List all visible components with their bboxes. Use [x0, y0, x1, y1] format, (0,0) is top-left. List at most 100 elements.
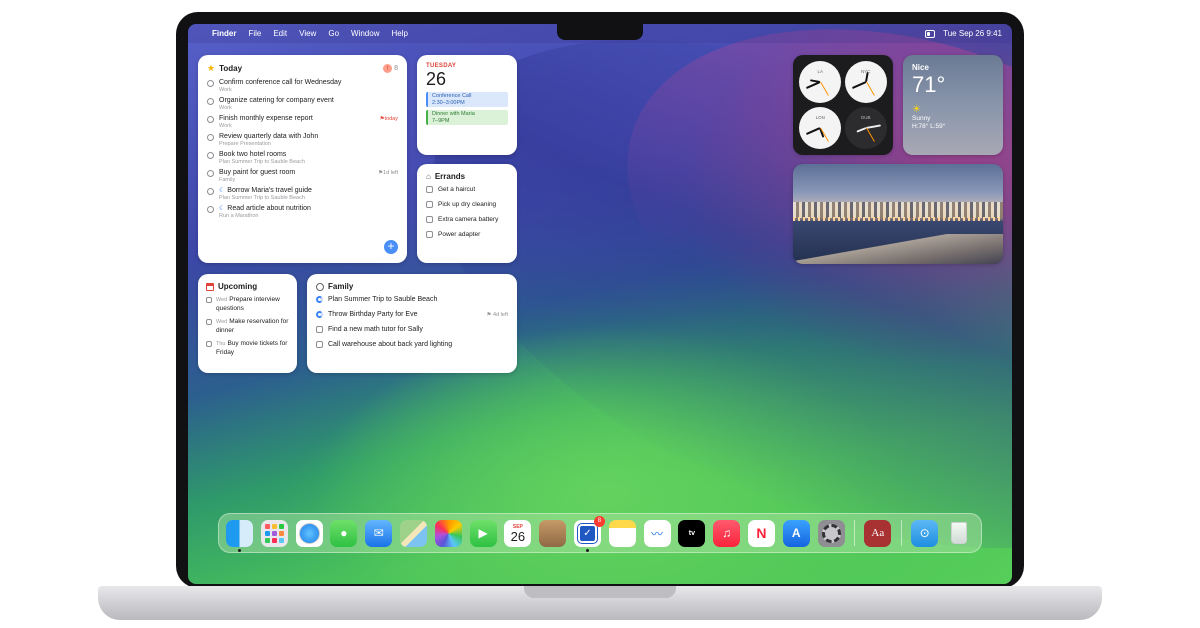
- menu-view[interactable]: View: [299, 29, 316, 38]
- task-progress-icon[interactable]: [316, 311, 323, 318]
- photos-widget[interactable]: [793, 164, 1003, 264]
- family-widget[interactable]: Family Plan Summer Trip to Sauble Beach …: [307, 274, 517, 373]
- menu-go[interactable]: Go: [328, 29, 339, 38]
- task-checkbox[interactable]: [316, 326, 323, 333]
- launchpad-icon[interactable]: [260, 519, 288, 547]
- list-item[interactable]: Throw Birthday Party for Eve ⚑ 4d left: [316, 311, 508, 318]
- clock-face: NYC: [844, 61, 887, 104]
- event-time: 2:30–3:00PM: [432, 99, 465, 106]
- list-item[interactable]: Pick up dry cleaning: [426, 201, 508, 208]
- upcoming-widget[interactable]: Upcoming Wed Prepare interview questions …: [198, 274, 297, 373]
- finder-icon[interactable]: [226, 519, 253, 552]
- list-item[interactable]: Call warehouse about back yard lighting: [316, 341, 508, 348]
- settings-icon[interactable]: [817, 519, 845, 547]
- menu-file[interactable]: File: [248, 29, 261, 38]
- clock-city: DUB: [860, 114, 871, 120]
- task-count: 8: [394, 65, 398, 72]
- world-clock-widget[interactable]: LA NYC LON DUB: [793, 55, 893, 155]
- app-store-icon[interactable]: A: [782, 519, 810, 547]
- news-icon[interactable]: N: [747, 519, 775, 547]
- music-icon[interactable]: ♫: [713, 519, 741, 547]
- calendar-icon[interactable]: SEP 26: [504, 519, 532, 547]
- clock-city: LON: [815, 114, 825, 120]
- task-checkbox[interactable]: [207, 134, 214, 141]
- list-item[interactable]: Wed Make reservation for dinner: [206, 318, 289, 334]
- tv-icon[interactable]: tv: [678, 519, 706, 547]
- task-checkbox[interactable]: [426, 231, 433, 238]
- list-item[interactable]: Organize catering for company event Work: [207, 97, 398, 111]
- safari-icon[interactable]: [295, 519, 323, 547]
- clock-face: DUB: [844, 106, 887, 149]
- task-checkbox[interactable]: [206, 341, 212, 347]
- notes-icon[interactable]: [608, 519, 636, 547]
- calendar-event[interactable]: Conference Call 2:30–3:00PM: [426, 92, 508, 107]
- task-progress-icon[interactable]: [316, 296, 323, 303]
- calendar-widget[interactable]: TUESDAY 26 Conference Call 2:30–3:00PM D…: [417, 55, 517, 155]
- photos-icon[interactable]: [434, 519, 462, 547]
- facetime-icon[interactable]: ▶: [469, 519, 497, 547]
- task-title: Read article about nutrition: [227, 205, 311, 212]
- task-checkbox[interactable]: [426, 216, 433, 223]
- task-checkbox[interactable]: [207, 80, 214, 87]
- reminders-icon[interactable]: ✓ 8: [573, 515, 605, 552]
- task-checkbox[interactable]: [206, 297, 212, 303]
- menubar-clock[interactable]: Tue Sep 26 9:41: [943, 29, 1002, 38]
- task-checkbox[interactable]: [207, 116, 214, 123]
- event-time: 7–9PM: [432, 117, 450, 124]
- laptop: Finder File Edit View Go Window Help Tue…: [0, 0, 1200, 628]
- task-title: Plan Summer Trip to Sauble Beach: [328, 296, 438, 303]
- task-checkbox[interactable]: [207, 170, 214, 177]
- task-title: Call warehouse about back yard lighting: [328, 341, 453, 348]
- list-item[interactable]: Wed Prepare interview questions: [206, 296, 289, 312]
- list-item[interactable]: Review quarterly data with John Prepare P…: [207, 133, 398, 147]
- list-item[interactable]: Get a haircut: [426, 186, 508, 193]
- errands-widget[interactable]: ⌂ Errands Get a haircut Pick up dry clean…: [417, 164, 517, 263]
- clock-city: LA: [817, 69, 823, 75]
- reminders-today-widget[interactable]: ★ Today ! 8 Confirm conference call for W…: [198, 55, 407, 263]
- list-item[interactable]: ☾ Read article about nutrition Run a Marat…: [207, 205, 398, 219]
- list-item[interactable]: Plan Summer Trip to Sauble Beach: [316, 296, 508, 303]
- calendar-event[interactable]: Dinner with Maria 7–9PM: [426, 110, 508, 125]
- list-item[interactable]: Confirm conference call for Wednesday Wor…: [207, 79, 398, 93]
- task-checkbox[interactable]: [206, 319, 212, 325]
- dictionary-icon[interactable]: Aa: [864, 519, 892, 547]
- menu-window[interactable]: Window: [351, 29, 379, 38]
- app-menu[interactable]: Finder: [212, 29, 236, 38]
- desktop: Finder File Edit View Go Window Help Tue…: [188, 24, 1012, 584]
- list-item[interactable]: Extra camera battery: [426, 216, 508, 223]
- menu-edit[interactable]: Edit: [273, 29, 287, 38]
- flag-icon: !: [383, 64, 393, 73]
- task-checkbox[interactable]: [207, 206, 214, 213]
- messages-icon[interactable]: ●: [330, 519, 358, 547]
- freeform-icon[interactable]: 〰: [643, 519, 671, 547]
- menu-help[interactable]: Help: [391, 29, 407, 38]
- task-list: Prepare Presentation: [219, 141, 271, 147]
- news-label: N: [756, 525, 767, 541]
- task-checkbox[interactable]: [207, 188, 214, 195]
- weather-condition: Sunny: [912, 115, 931, 122]
- camera-notch: [557, 24, 643, 40]
- list-item[interactable]: ☾ Borrow Maria's travel guide Plan Summer …: [207, 187, 398, 201]
- task-title: Throw Birthday Party for Eve: [328, 311, 418, 318]
- task-checkbox[interactable]: [207, 98, 214, 105]
- control-center-icon[interactable]: [925, 29, 936, 38]
- list-item[interactable]: Finish monthly expense report Work ⚑today: [207, 115, 398, 129]
- task-checkbox[interactable]: [426, 201, 433, 208]
- list-item[interactable]: Thu Buy movie tickets for Friday: [206, 340, 289, 356]
- list-item[interactable]: Book two hotel rooms Plan Summer Trip to …: [207, 151, 398, 165]
- add-reminder-button[interactable]: +: [384, 240, 398, 254]
- list-item[interactable]: Power adapter: [426, 231, 508, 238]
- trash-icon[interactable]: [946, 520, 973, 547]
- downloads-folder-icon[interactable]: ⊙: [911, 519, 939, 547]
- task-checkbox[interactable]: [316, 341, 323, 348]
- minute-hand: [806, 127, 821, 135]
- list-item[interactable]: Find a new math tutor for Sally: [316, 326, 508, 333]
- mail-icon[interactable]: ✉: [365, 519, 393, 547]
- contacts-icon[interactable]: [539, 519, 567, 547]
- calendar-icon-day: 26: [510, 528, 526, 544]
- task-checkbox[interactable]: [207, 152, 214, 159]
- maps-icon[interactable]: [399, 519, 427, 547]
- weather-widget[interactable]: Nice 71° ☀ Sunny H:78° L:59°: [903, 55, 1003, 155]
- task-checkbox[interactable]: [426, 186, 433, 193]
- list-item[interactable]: Buy paint for guest room Family ⚑1d left: [207, 169, 398, 183]
